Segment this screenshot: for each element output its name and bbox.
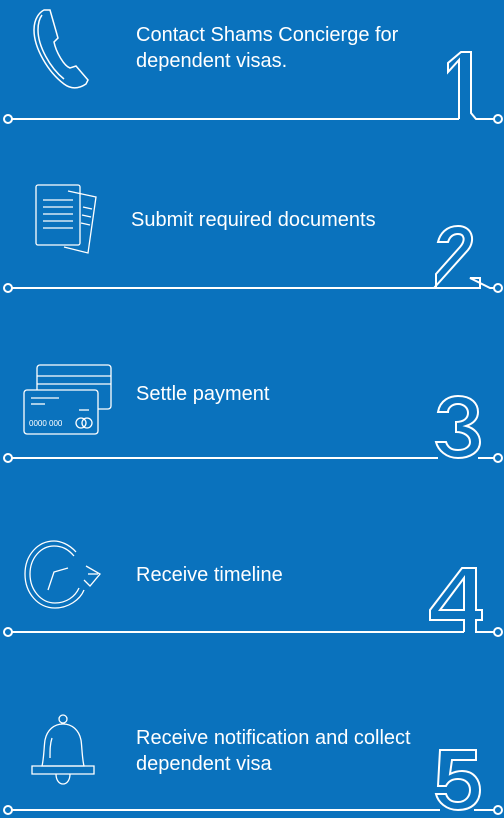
step-2: Submit required documents	[0, 140, 504, 300]
step-4-divider	[3, 567, 503, 637]
step-1: Contact Shams Concierge for dependent vi…	[0, 0, 504, 140]
step-5: Receive notification and collect depende…	[0, 640, 504, 818]
step-1-divider	[3, 51, 503, 124]
step-2-divider	[3, 224, 503, 293]
step-3-divider	[3, 394, 503, 463]
step-4: Receive timeline	[0, 470, 504, 640]
step-5-divider	[3, 749, 503, 815]
step-3: 0000 000 Settle payment	[0, 300, 504, 470]
